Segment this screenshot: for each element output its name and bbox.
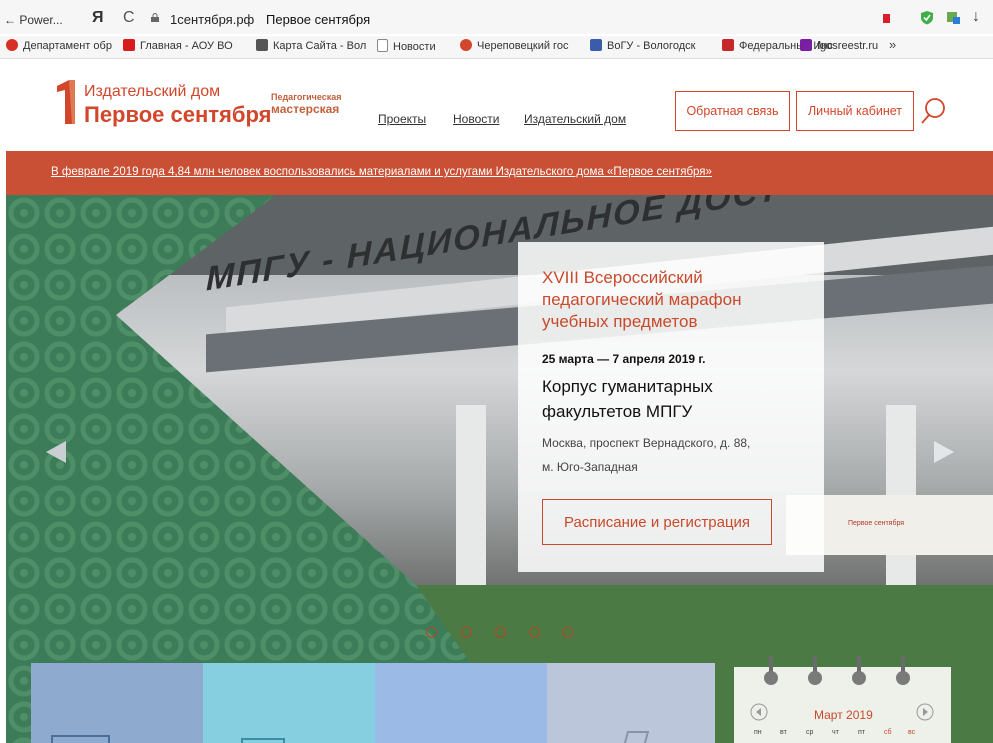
hero-slider: МПГУ - НАЦИОНАЛЬНОЕ ДОСТ Первое сентября… — [6, 195, 993, 743]
slider-dot[interactable] — [461, 627, 472, 638]
back-label: Power... — [19, 13, 63, 27]
bookmark-label: ВоГУ - Вологодск — [607, 40, 696, 52]
event-metro: м. Юго-Западная — [542, 460, 638, 474]
register-button[interactable]: Расписание и регистрация — [542, 499, 772, 545]
bookmark-label: fgosreestr.ru — [817, 40, 879, 52]
event-address: Москва, проспект Вернадского, д. 88, м. … — [542, 431, 812, 479]
project-tile[interactable] — [375, 663, 547, 743]
cabinet-button[interactable]: Личный кабинет — [796, 91, 914, 131]
shield-icon — [590, 39, 602, 51]
prev-slide-icon[interactable] — [46, 441, 66, 463]
b-logo-icon — [123, 39, 135, 51]
weekday: вс — [908, 729, 916, 736]
registry-icon — [800, 39, 812, 51]
bookmark-flag-icon[interactable] — [883, 14, 890, 23]
extension-icon[interactable] — [946, 10, 960, 25]
feedback-button[interactable]: Обратная связь — [675, 91, 790, 131]
book-icon — [622, 731, 650, 743]
back-button[interactable]: ← Power... — [4, 13, 63, 27]
logo-line2[interactable]: Первое сентября — [84, 102, 271, 128]
bookmark-label: Череповецкий гос — [477, 40, 569, 52]
bookmark-label: Карта Сайта - Вол — [273, 40, 367, 52]
logo-line1[interactable]: Издательский дом — [84, 83, 220, 101]
yandex-button[interactable]: Я — [92, 9, 104, 27]
url-domain[interactable]: 1сентября.рф — [170, 12, 254, 27]
bookmark-label: Новости — [393, 41, 436, 53]
bookmark-item[interactable]: Карта Сайта - Вол — [256, 39, 368, 52]
calendar-ring-icon — [896, 656, 910, 685]
nav-projects[interactable]: Проекты — [378, 112, 426, 126]
weekday: ср — [806, 729, 814, 736]
url-page-title[interactable]: Первое сентября — [266, 12, 370, 27]
bookmark-item[interactable]: Новости — [377, 39, 449, 53]
bookmark-item[interactable]: Череповецкий гос — [460, 39, 578, 52]
more-bookmarks-button[interactable]: » — [889, 37, 896, 52]
clock-icon — [6, 39, 18, 51]
bookmark-label: Главная - АОУ ВО — [140, 40, 233, 52]
calendar-next-icon[interactable] — [916, 703, 934, 721]
event-title[interactable]: XVIII Всероссийский педагогический мараф… — [542, 267, 812, 333]
download-icon[interactable]: ↓ — [972, 8, 980, 26]
calendar-month: Март 2019 — [814, 708, 873, 722]
workshop-line2[interactable]: мастерская — [271, 102, 339, 116]
project-tile[interactable] — [203, 663, 375, 743]
workshop-line1[interactable]: Педагогическая — [271, 92, 341, 102]
announcement-banner: В феврале 2019 года 4,84 млн человек вос… — [6, 151, 993, 195]
calendar-prev-icon[interactable] — [750, 703, 768, 721]
calendar-ring-icon — [852, 656, 866, 685]
weekday: пт — [858, 729, 865, 736]
lock-icon — [151, 13, 159, 22]
browser-toolbar: ← Power... Я C 1сентября.рф Первое сентя… — [0, 0, 993, 34]
reload-icon[interactable]: C — [123, 9, 135, 27]
slider-dot[interactable] — [562, 627, 573, 638]
next-slide-icon[interactable] — [934, 441, 954, 463]
event-card: XVIII Всероссийский педагогический мараф… — [518, 242, 824, 572]
bookmark-item[interactable]: Главная - АОУ ВО — [123, 39, 241, 52]
nav-news[interactable]: Новости — [453, 112, 499, 126]
weekday: вт — [780, 729, 787, 736]
nav-publishing-house[interactable]: Издательский дом — [524, 112, 626, 126]
weekday: чт — [832, 729, 839, 736]
graduation-cap-icon — [256, 39, 268, 51]
weekday: пн — [754, 729, 762, 736]
site-header: Издательский дом Первое сентября Педагог… — [0, 59, 993, 151]
institute-icon — [722, 39, 734, 51]
tile-icon — [241, 738, 285, 743]
logo-one-icon[interactable] — [55, 80, 77, 124]
slider-dot[interactable] — [529, 627, 540, 638]
event-venue: Корпус гуманитарных факультетов МПГУ — [542, 377, 713, 421]
weekday: сб — [884, 729, 892, 736]
event-dates: 25 марта — 7 апреля 2019 г. — [542, 352, 706, 366]
shield-extension-icon[interactable] — [920, 10, 934, 25]
event-address-line: Москва, проспект Вернадского, д. 88, — [542, 436, 751, 450]
green-pattern-overlay — [6, 195, 993, 743]
bookmark-item[interactable]: Департамент обр — [6, 39, 114, 52]
calendar-widget: Март 2019 пн вт ср чт пт сб вс — [734, 656, 951, 743]
calendar-ring-icon — [808, 656, 822, 685]
bookmark-label: Департамент обр — [23, 40, 112, 52]
announcement-link[interactable]: В феврале 2019 года 4,84 млн человек вос… — [51, 166, 712, 178]
project-tile[interactable] — [547, 663, 715, 743]
leaf-icon — [460, 39, 472, 51]
bookmark-item[interactable]: fgosreestr.ru — [800, 39, 888, 52]
calendar-ring-icon — [764, 656, 778, 685]
slider-dot[interactable] — [495, 627, 506, 638]
search-icon[interactable] — [920, 97, 946, 125]
tile-icon — [51, 735, 110, 743]
page-icon — [377, 39, 388, 52]
bookmark-item[interactable]: ВоГУ - Вологодск — [590, 39, 708, 52]
slider-dot[interactable] — [426, 627, 437, 638]
bookmarks-bar: Департамент обр Главная - АОУ ВО Карта С… — [0, 36, 993, 59]
project-tile[interactable] — [31, 663, 203, 743]
address-row: ← Power... Я C 1сентября.рф Первое сентя… — [0, 0, 993, 34]
